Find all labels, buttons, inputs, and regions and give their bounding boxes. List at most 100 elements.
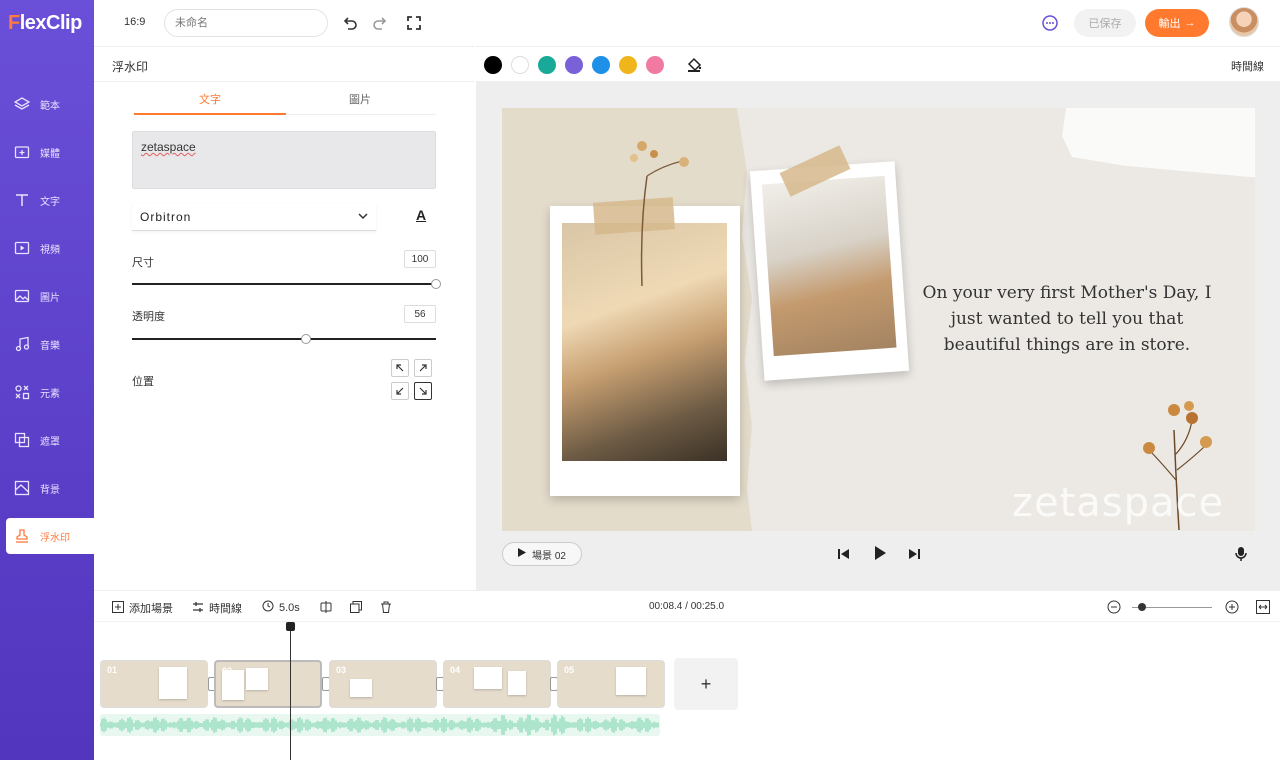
- position-top-right-button[interactable]: [414, 359, 432, 377]
- sidebar-item-image[interactable]: 圖片: [6, 278, 94, 314]
- undo-icon[interactable]: [340, 13, 360, 33]
- size-value-input[interactable]: 100: [404, 250, 436, 268]
- video-canvas[interactable]: On your very first Mother's Day, I just …: [502, 108, 1255, 531]
- dried-flower-icon: [630, 141, 689, 286]
- export-label: 輸出: [1158, 18, 1181, 30]
- watermark-text-input[interactable]: zetaspace: [132, 131, 436, 189]
- sidebar-item-label: 文字: [40, 196, 60, 208]
- opacity-value-input[interactable]: 56: [404, 305, 436, 323]
- position-top-left-button[interactable]: [391, 359, 409, 377]
- duplicate-icon[interactable]: [346, 597, 366, 617]
- duration-button[interactable]: 5.0s: [262, 600, 300, 615]
- opacity-slider-handle[interactable]: [301, 334, 311, 344]
- timeline-button[interactable]: 時間線: [192, 600, 242, 616]
- divider: [94, 81, 474, 82]
- stamp-icon: [10, 528, 34, 544]
- color-swatch[interactable]: [484, 56, 502, 74]
- chevron-down-icon: [358, 210, 368, 224]
- position-bottom-right-button[interactable]: [414, 382, 432, 400]
- color-swatch[interactable]: [646, 56, 664, 74]
- logo-rest: lexClip: [19, 12, 83, 34]
- sidebar-item-label: 視頻: [40, 244, 60, 256]
- overlay-icon: [10, 432, 34, 448]
- size-slider-handle[interactable]: [431, 279, 441, 289]
- trash-icon[interactable]: [376, 597, 396, 617]
- watermark-panel: 浮水印 文字 圖片 zetaspace Orbitron A 尺寸 100 透明…: [94, 46, 474, 590]
- arrow-right-icon: →: [1184, 17, 1196, 29]
- scene-thumbnail[interactable]: 05: [557, 660, 665, 708]
- redo-icon[interactable]: [370, 13, 390, 33]
- add-scene-plus-button[interactable]: +: [674, 658, 738, 710]
- export-button[interactable]: 輸出 →: [1145, 9, 1209, 37]
- folder-icon: [10, 144, 34, 160]
- skip-forward-icon[interactable]: [904, 544, 924, 564]
- position-bottom-left-button[interactable]: [391, 382, 409, 400]
- add-scene-button[interactable]: 添加場景: [112, 600, 173, 616]
- scene-thumbnail[interactable]: 02: [214, 660, 322, 708]
- saved-button[interactable]: 已保存: [1074, 9, 1136, 37]
- font-color-icon[interactable]: A: [416, 207, 426, 223]
- image-icon: [10, 288, 34, 304]
- sidebar-item-templates[interactable]: 範本: [6, 86, 94, 122]
- avatar[interactable]: [1229, 7, 1259, 37]
- timeline-toggle[interactable]: 時間線: [1231, 58, 1264, 74]
- zoom-slider-handle[interactable]: [1138, 603, 1146, 611]
- sidebar-item-video[interactable]: 視頻: [6, 230, 94, 266]
- play-icon: [518, 548, 527, 560]
- tab-image[interactable]: 圖片: [284, 91, 436, 107]
- zoom-out-icon[interactable]: [1104, 597, 1124, 617]
- scene-number: 04: [450, 665, 461, 675]
- elements-icon: [10, 384, 34, 400]
- timeline-area: 01 02 03 04 05 +: [94, 622, 1280, 760]
- color-swatch[interactable]: [592, 56, 610, 74]
- microphone-icon[interactable]: [1231, 544, 1251, 564]
- size-slider[interactable]: [132, 283, 436, 285]
- font-dropdown[interactable]: Orbitron: [132, 203, 376, 231]
- scene-thumbnail[interactable]: 04: [443, 660, 551, 708]
- sidebar-item-media[interactable]: 媒體: [6, 134, 94, 170]
- color-swatch[interactable]: [619, 56, 637, 74]
- playhead[interactable]: [290, 622, 291, 760]
- scene-label: 場景 02: [532, 550, 566, 562]
- zoom-in-icon[interactable]: [1222, 597, 1242, 617]
- sidebar-item-elements[interactable]: 元素: [6, 374, 94, 410]
- fullscreen-icon[interactable]: [404, 13, 424, 33]
- position-label: 位置: [132, 376, 154, 388]
- color-swatch[interactable]: [538, 56, 556, 74]
- opacity-slider[interactable]: [132, 338, 436, 340]
- waveform-icon: [100, 714, 659, 736]
- playhead-handle[interactable]: [286, 622, 295, 631]
- fit-width-icon[interactable]: [1253, 597, 1273, 617]
- sidebar-item-overlay[interactable]: 遮罩: [6, 422, 94, 458]
- scene-number: 01: [107, 665, 118, 675]
- sidebar-item-label: 媒體: [40, 148, 60, 160]
- scene-thumbnail[interactable]: 03: [329, 660, 437, 708]
- color-swatch[interactable]: [511, 56, 529, 74]
- audio-track[interactable]: [100, 714, 660, 736]
- play-icon[interactable]: [870, 543, 890, 563]
- watermark-text[interactable]: zetaspace: [1012, 480, 1224, 526]
- chat-icon[interactable]: [1040, 13, 1060, 33]
- sidebar-item-text[interactable]: 文字: [6, 182, 94, 218]
- active-tab-indicator: [134, 113, 286, 115]
- split-icon[interactable]: [316, 597, 336, 617]
- color-swatch[interactable]: [565, 56, 583, 74]
- skip-back-icon[interactable]: [834, 544, 854, 564]
- scene-play-button[interactable]: 場景 02: [502, 542, 582, 566]
- scene-thumbnail[interactable]: 01: [100, 660, 208, 708]
- color-toolbar: 時間線: [476, 46, 1280, 82]
- canvas-quote-text[interactable]: On your very first Mother's Day, I just …: [912, 280, 1222, 358]
- project-name-input[interactable]: [164, 9, 328, 37]
- music-icon: [10, 336, 34, 352]
- sidebar-item-watermark[interactable]: 浮水印: [6, 518, 94, 554]
- sidebar-item-music[interactable]: 音樂: [6, 326, 94, 362]
- timeline-icon: [192, 601, 204, 616]
- aspect-ratio-button[interactable]: 16:9: [124, 16, 145, 28]
- sidebar-item-label: 浮水印: [40, 532, 70, 544]
- sidebar-item-background[interactable]: 背景: [6, 470, 94, 506]
- text-icon: [10, 192, 34, 208]
- polaroid-frame-right: [749, 161, 910, 381]
- fill-bucket-icon[interactable]: [684, 55, 704, 75]
- tab-text[interactable]: 文字: [134, 91, 286, 107]
- app-logo[interactable]: FlexClip: [8, 12, 82, 35]
